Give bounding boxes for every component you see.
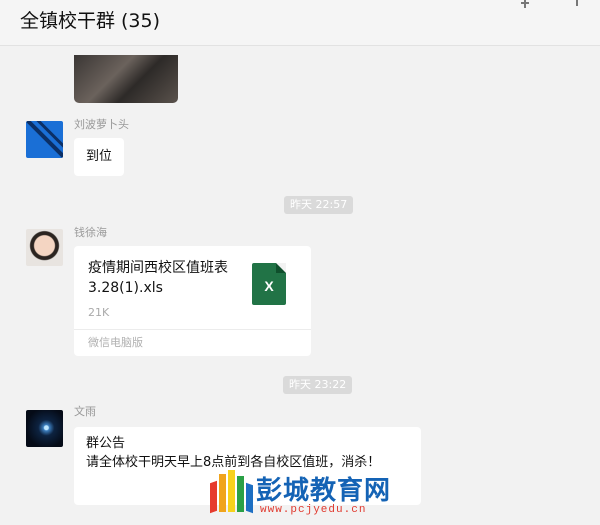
member-count: (35) bbox=[121, 10, 161, 32]
chat-title: 全镇校干群 (35) bbox=[20, 8, 160, 34]
divider bbox=[74, 329, 311, 330]
avatar[interactable] bbox=[26, 121, 63, 158]
timestamp: 昨天 22:57 bbox=[284, 196, 354, 214]
watermark: 彭城教育网 www.pcjyedu.cn bbox=[208, 468, 430, 525]
text-bubble[interactable]: 到位 bbox=[74, 138, 125, 176]
avatar[interactable] bbox=[26, 410, 63, 447]
watermark-logo-icon bbox=[208, 468, 254, 516]
pin-icon[interactable] bbox=[520, 0, 530, 8]
watermark-url: www.pcjyedu.cn bbox=[260, 504, 367, 516]
timestamp: 昨天 23:22 bbox=[283, 376, 353, 394]
image-message[interactable] bbox=[74, 55, 178, 103]
chat-header: 全镇校干群 (35) bbox=[0, 0, 600, 46]
sender-name: 钱徐海 bbox=[74, 226, 107, 239]
more-icon[interactable] bbox=[570, 0, 584, 8]
message-list[interactable]: 刘波萝卜头 到位 昨天 22:57 钱徐海 疫情期间西校区值班表3.28(1).… bbox=[0, 47, 600, 525]
notice-title: 群公告 bbox=[86, 436, 126, 451]
sender-name: 文雨 bbox=[74, 405, 96, 418]
file-name: 疫情期间西校区值班表3.28(1).xls bbox=[88, 260, 228, 296]
sender-name: 刘波萝卜头 bbox=[74, 118, 129, 131]
file-size: 21K bbox=[88, 306, 110, 319]
watermark-title: 彭城教育网 bbox=[256, 476, 392, 506]
file-source: 微信电脑版 bbox=[88, 336, 143, 349]
file-message[interactable]: 疫情期间西校区值班表3.28(1).xls X 21K 微信电脑版 bbox=[74, 246, 311, 356]
group-name: 全镇校干群 bbox=[20, 10, 116, 32]
avatar[interactable] bbox=[26, 229, 63, 266]
excel-file-icon: X bbox=[252, 263, 286, 305]
